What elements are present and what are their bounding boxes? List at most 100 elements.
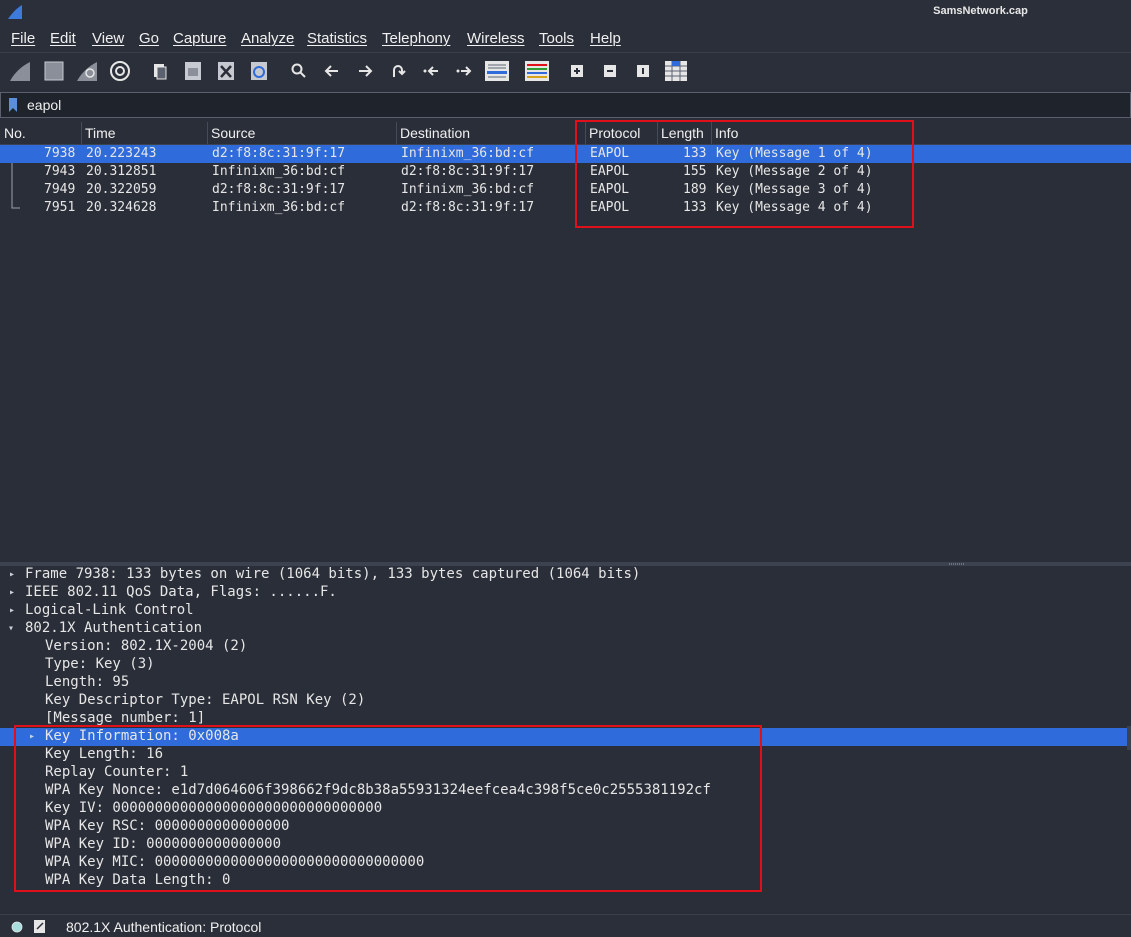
- packet-row[interactable]: 7943 20.312851 Infinixm_36:bd:cf d2:f8:8…: [0, 163, 1131, 181]
- detail-tree-item[interactable]: ▸ IEEE 802.11 QoS Data, Flags: ......F.: [0, 584, 1127, 602]
- bookmark-icon[interactable]: [8, 97, 18, 113]
- collapse-arrow-icon[interactable]: ▾: [8, 623, 14, 634]
- column-header-no[interactable]: No.: [4, 125, 26, 141]
- detail-tree-item[interactable]: ▸ Frame 7938: 133 bytes on wire (1064 bi…: [0, 566, 1127, 584]
- column-header-info[interactable]: Info: [715, 125, 738, 141]
- expert-info-icon[interactable]: [11, 921, 23, 933]
- packet-source: d2:f8:8c:31:9f:17: [212, 182, 346, 197]
- display-filter-input[interactable]: [27, 96, 1117, 114]
- packet-list-pane: No. Time Source Destination Protocol Len…: [0, 120, 1131, 562]
- find-icon[interactable]: [285, 57, 313, 85]
- detail-field[interactable]: WPA Key ID: 0000000000000000: [0, 836, 1127, 854]
- packet-destination: d2:f8:8c:31:9f:17: [401, 200, 535, 215]
- detail-field[interactable]: WPA Key MIC: 000000000000000000000000000…: [0, 854, 1127, 872]
- close-file-icon[interactable]: [212, 57, 240, 85]
- column-separator[interactable]: [396, 122, 397, 144]
- detail-field[interactable]: Key Descriptor Type: EAPOL RSN Key (2): [0, 692, 1127, 710]
- packet-no: 7951: [44, 200, 76, 215]
- detail-field[interactable]: Replay Counter: 1: [0, 764, 1127, 782]
- reload-file-icon[interactable]: [245, 57, 273, 85]
- go-forward-icon[interactable]: [351, 57, 379, 85]
- first-packet-icon[interactable]: [417, 57, 445, 85]
- packet-length: 155: [683, 164, 707, 179]
- status-bar: 802.1X Authentication: Protocol: [0, 914, 1131, 937]
- shark-fin-icon[interactable]: [6, 57, 34, 85]
- column-header-destination[interactable]: Destination: [400, 125, 470, 141]
- go-to-packet-icon[interactable]: [384, 57, 412, 85]
- detail-field[interactable]: WPA Key RSC: 0000000000000000: [0, 818, 1127, 836]
- packet-protocol: EAPOL: [590, 146, 630, 161]
- menu-telephony[interactable]: Telephony: [382, 30, 450, 47]
- column-header-source[interactable]: Source: [211, 125, 255, 141]
- menu-file[interactable]: File: [11, 30, 35, 47]
- autoscroll-icon[interactable]: [483, 57, 511, 85]
- detail-tree-item[interactable]: ▾ 802.1X Authentication: [0, 620, 1127, 638]
- display-filter-bar: [0, 92, 1131, 118]
- colorize-icon[interactable]: [523, 57, 551, 85]
- packet-no: 7943: [44, 164, 76, 179]
- zoom-out-icon[interactable]: [596, 57, 624, 85]
- last-packet-icon[interactable]: [450, 57, 478, 85]
- packet-no: 7938: [44, 146, 76, 161]
- expand-arrow-icon[interactable]: ▸: [9, 569, 15, 580]
- packet-protocol: EAPOL: [590, 164, 630, 179]
- zoom-in-icon[interactable]: [563, 57, 591, 85]
- resize-columns-icon[interactable]: [662, 57, 690, 85]
- normal-size-icon[interactable]: [629, 57, 657, 85]
- detail-field[interactable]: WPA Key Data Length: 0: [0, 872, 1127, 890]
- column-header-length[interactable]: Length: [661, 125, 704, 141]
- go-back-icon[interactable]: [318, 57, 346, 85]
- detail-tree-item[interactable]: ▸ Logical-Link Control: [0, 602, 1127, 620]
- open-file-icon[interactable]: [146, 57, 174, 85]
- column-separator[interactable]: [711, 122, 712, 144]
- packet-row[interactable]: 7951 20.324628 Infinixm_36:bd:cf d2:f8:8…: [0, 199, 1131, 217]
- detail-field[interactable]: [Message number: 1]: [0, 710, 1127, 728]
- expand-arrow-icon[interactable]: ▸: [9, 587, 15, 598]
- packet-list-header: No. Time Source Destination Protocol Len…: [0, 122, 1131, 145]
- packet-no: 7949: [44, 182, 76, 197]
- menu-wireless[interactable]: Wireless: [467, 30, 525, 47]
- capture-comment-icon[interactable]: [33, 919, 47, 934]
- menu-view[interactable]: View: [92, 30, 124, 47]
- save-file-icon[interactable]: [179, 57, 207, 85]
- expand-arrow-icon[interactable]: ▸: [29, 731, 35, 742]
- menu-bar: File Edit View Go Capture Analyze Statis…: [0, 26, 1131, 53]
- packet-length: 133: [683, 146, 707, 161]
- packet-row[interactable]: 7938 20.223243 d2:f8:8c:31:9f:17 Infinix…: [0, 145, 1131, 163]
- packet-info: Key (Message 2 of 4): [716, 164, 873, 179]
- packet-time: 20.312851: [86, 164, 157, 179]
- packet-row[interactable]: 7949 20.322059 d2:f8:8c:31:9f:17 Infinix…: [0, 181, 1131, 199]
- menu-statistics[interactable]: Statistics: [307, 30, 367, 47]
- detail-field[interactable]: Version: 802.1X-2004 (2): [0, 638, 1127, 656]
- menu-go[interactable]: Go: [139, 30, 159, 47]
- menu-help[interactable]: Help: [590, 30, 621, 47]
- window-title: SamsNetwork.cap: [933, 5, 1028, 17]
- stop-icon[interactable]: [40, 57, 68, 85]
- expand-arrow-icon[interactable]: ▸: [9, 605, 15, 616]
- detail-field[interactable]: Key Length: 16: [0, 746, 1127, 764]
- packet-destination: Infinixm_36:bd:cf: [401, 182, 535, 197]
- column-header-protocol[interactable]: Protocol: [589, 125, 640, 141]
- menu-tools[interactable]: Tools: [539, 30, 574, 47]
- menu-edit[interactable]: Edit: [50, 30, 76, 47]
- column-separator[interactable]: [81, 122, 82, 144]
- detail-scrollbar-handle[interactable]: [1127, 726, 1131, 750]
- packet-info: Key (Message 1 of 4): [716, 146, 873, 161]
- menu-capture[interactable]: Capture: [173, 30, 226, 47]
- column-separator[interactable]: [657, 122, 658, 144]
- detail-field[interactable]: Type: Key (3): [0, 656, 1127, 674]
- column-separator[interactable]: [585, 122, 586, 144]
- packet-length: 189: [683, 182, 707, 197]
- packet-time: 20.324628: [86, 200, 157, 215]
- packet-length: 133: [683, 200, 707, 215]
- detail-field[interactable]: WPA Key Nonce: e1d7d064606f398662f9dc8b3…: [0, 782, 1127, 800]
- packet-source: Infinixm_36:bd:cf: [212, 164, 346, 179]
- detail-tree-item[interactable]: ▸ Key Information: 0x008a: [0, 728, 1127, 746]
- detail-field[interactable]: Length: 95: [0, 674, 1127, 692]
- options-gear-icon[interactable]: [106, 57, 134, 85]
- restart-icon[interactable]: [73, 57, 101, 85]
- column-separator[interactable]: [207, 122, 208, 144]
- column-header-time[interactable]: Time: [85, 125, 116, 141]
- menu-analyze[interactable]: Analyze: [241, 30, 294, 47]
- detail-field[interactable]: Key IV: 00000000000000000000000000000000: [0, 800, 1127, 818]
